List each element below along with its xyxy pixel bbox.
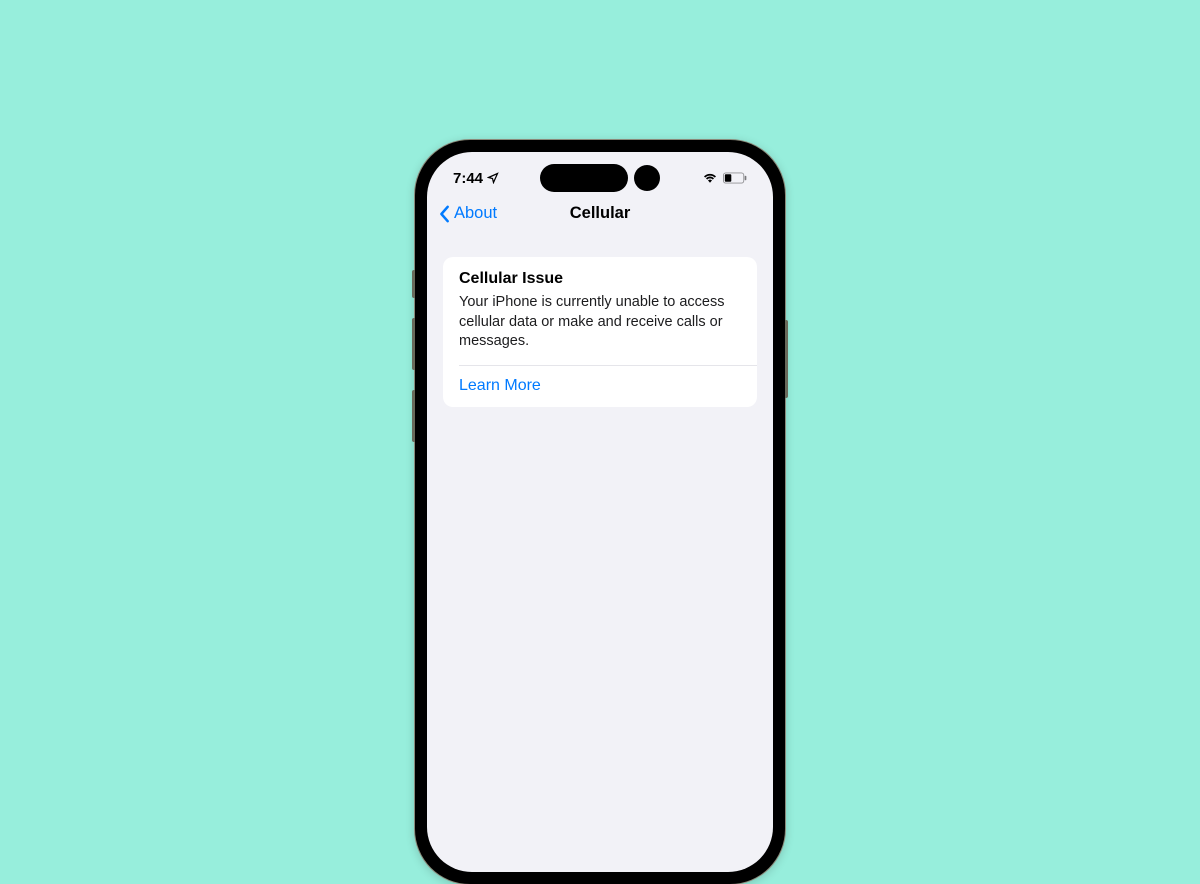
cellular-issue-card: Cellular Issue Your iPhone is currently … [443,257,757,407]
back-button[interactable]: About [439,204,497,223]
dynamic-island [540,164,628,192]
battery-icon [723,172,747,184]
card-body: Your iPhone is currently unable to acces… [443,288,757,365]
learn-more-link[interactable]: Learn More [443,366,757,407]
location-icon [487,172,499,184]
phone-frame: 7:44 [415,140,785,884]
card-title: Cellular Issue [443,257,757,288]
phone-side-buttons-right [785,320,788,398]
dynamic-island-container [540,164,660,192]
back-label: About [454,204,497,223]
status-time: 7:44 [453,170,483,187]
nav-bar: About Cellular [427,198,773,233]
camera-dot [634,165,660,191]
status-left: 7:44 [453,170,499,187]
nav-title: Cellular [570,204,631,223]
wifi-icon [702,172,718,184]
content-area: Cellular Issue Your iPhone is currently … [427,233,773,431]
status-right [702,172,747,184]
phone-screen: 7:44 [427,152,773,872]
phone-side-buttons-left [412,270,415,462]
chevron-back-icon [439,205,451,223]
